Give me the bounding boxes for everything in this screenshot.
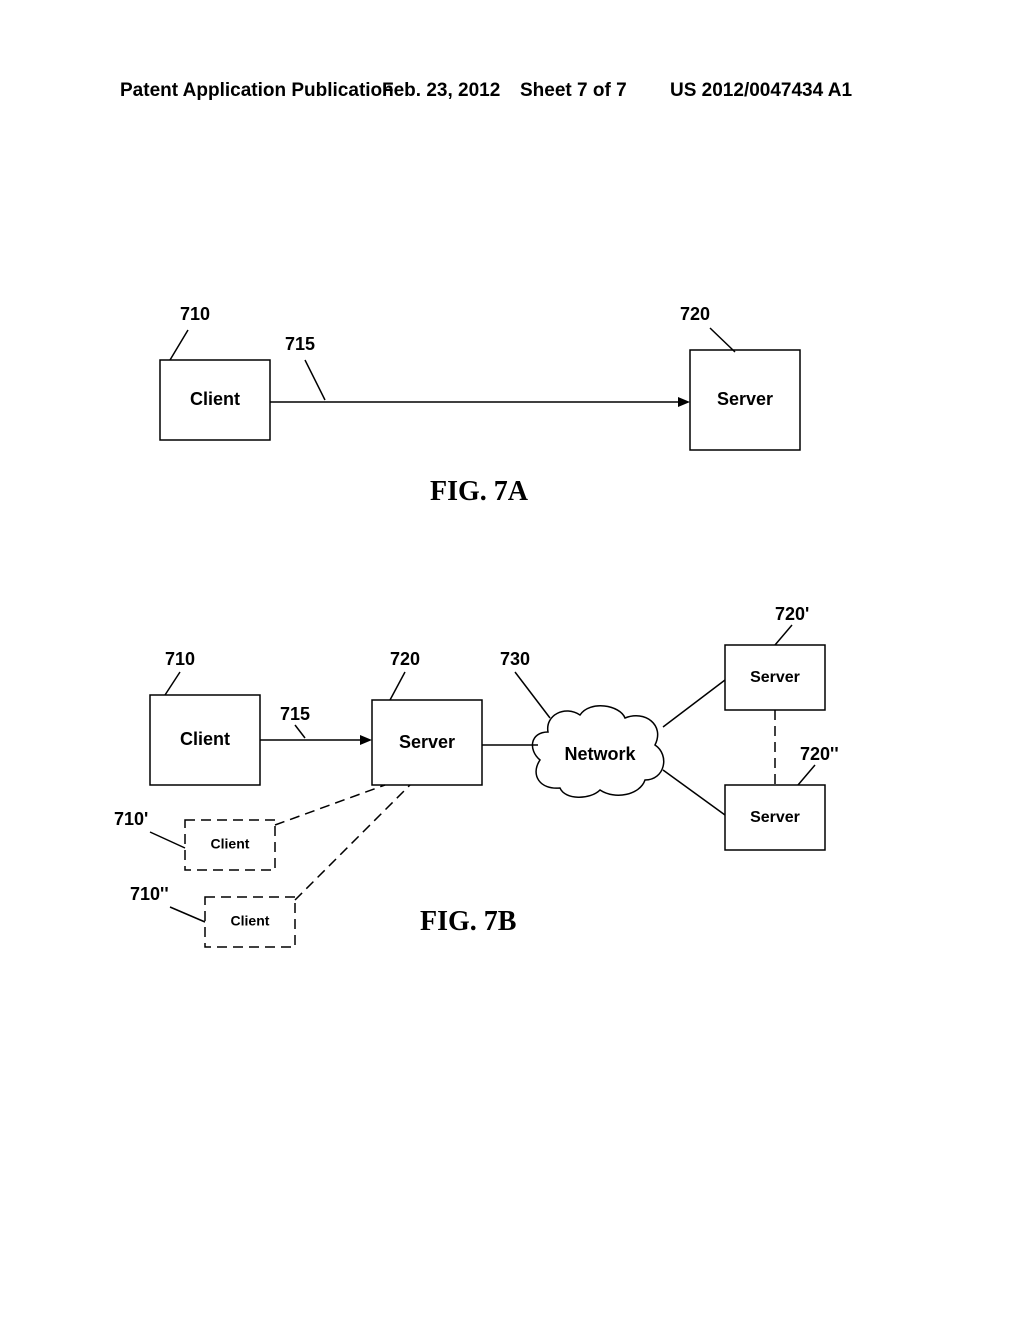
- server-3-ref: 720'': [800, 744, 839, 764]
- client-ref: 710: [180, 304, 210, 324]
- client-leader: [165, 672, 180, 695]
- network-leader: [515, 672, 550, 718]
- client-label: Client: [190, 389, 240, 409]
- figure-title: FIG. 7B: [420, 906, 516, 937]
- net-server3-link: [663, 770, 725, 815]
- link-arrowhead-icon: [678, 397, 690, 407]
- link-ref: 715: [285, 334, 315, 354]
- page: Patent Application Publication Feb. 23, …: [0, 0, 1024, 1320]
- link-715: 715: [270, 334, 690, 407]
- network-ref: 730: [500, 649, 530, 669]
- figure-7a: Client 710 Server 720 715 FIG. 7A: [150, 290, 870, 520]
- server-3-leader: [798, 765, 815, 785]
- server-3-box: Server 720'': [725, 744, 839, 850]
- server-label: Server: [399, 732, 455, 752]
- client-3-ref: 710'': [130, 884, 169, 904]
- client-ref: 710: [165, 649, 195, 669]
- client-2-ref: 710': [114, 809, 148, 829]
- client-leader: [170, 330, 188, 360]
- server-leader: [390, 672, 405, 700]
- header-publication-type: Patent Application Publication: [120, 80, 394, 102]
- net-server2-link: [663, 680, 725, 727]
- header-pub-number: US 2012/0047434 A1: [670, 80, 852, 102]
- network-cloud: Network 730: [500, 649, 664, 797]
- dashed-link-2: [295, 785, 410, 900]
- dashed-link-1: [275, 785, 385, 825]
- server-2-ref: 720': [775, 604, 809, 624]
- link-leader: [305, 360, 325, 400]
- figure-title: FIG. 7A: [430, 476, 529, 507]
- server-box: Server 720: [372, 649, 482, 785]
- figure-7b: Client 710 Client 710' Client 710'' Serv…: [110, 600, 910, 1000]
- link-leader: [295, 725, 305, 738]
- server-3-label: Server: [750, 809, 800, 826]
- network-label: Network: [564, 744, 636, 764]
- client-3-label: Client: [231, 913, 270, 929]
- server-label: Server: [717, 389, 773, 409]
- server-leader: [710, 328, 735, 352]
- client-3-box: Client 710'': [130, 884, 295, 947]
- server-2-box: Server 720': [725, 604, 825, 710]
- client-2-box: Client 710': [114, 809, 275, 870]
- server-2-label: Server: [750, 669, 800, 686]
- client-3-leader: [170, 907, 205, 922]
- header-date: Feb. 23, 2012: [382, 80, 500, 102]
- link-arrowhead-icon: [360, 735, 372, 745]
- client-box: Client 710: [150, 649, 260, 785]
- client-2-leader: [150, 832, 185, 848]
- server-ref: 720: [680, 304, 710, 324]
- link-715: 715: [260, 704, 372, 745]
- link-ref: 715: [280, 704, 310, 724]
- header-sheet: Sheet 7 of 7: [520, 80, 627, 102]
- client-box: Client 710: [160, 304, 270, 440]
- client-2-label: Client: [211, 836, 250, 852]
- client-label: Client: [180, 729, 230, 749]
- server-box: Server 720: [680, 304, 800, 450]
- server-2-leader: [775, 625, 792, 645]
- server-ref: 720: [390, 649, 420, 669]
